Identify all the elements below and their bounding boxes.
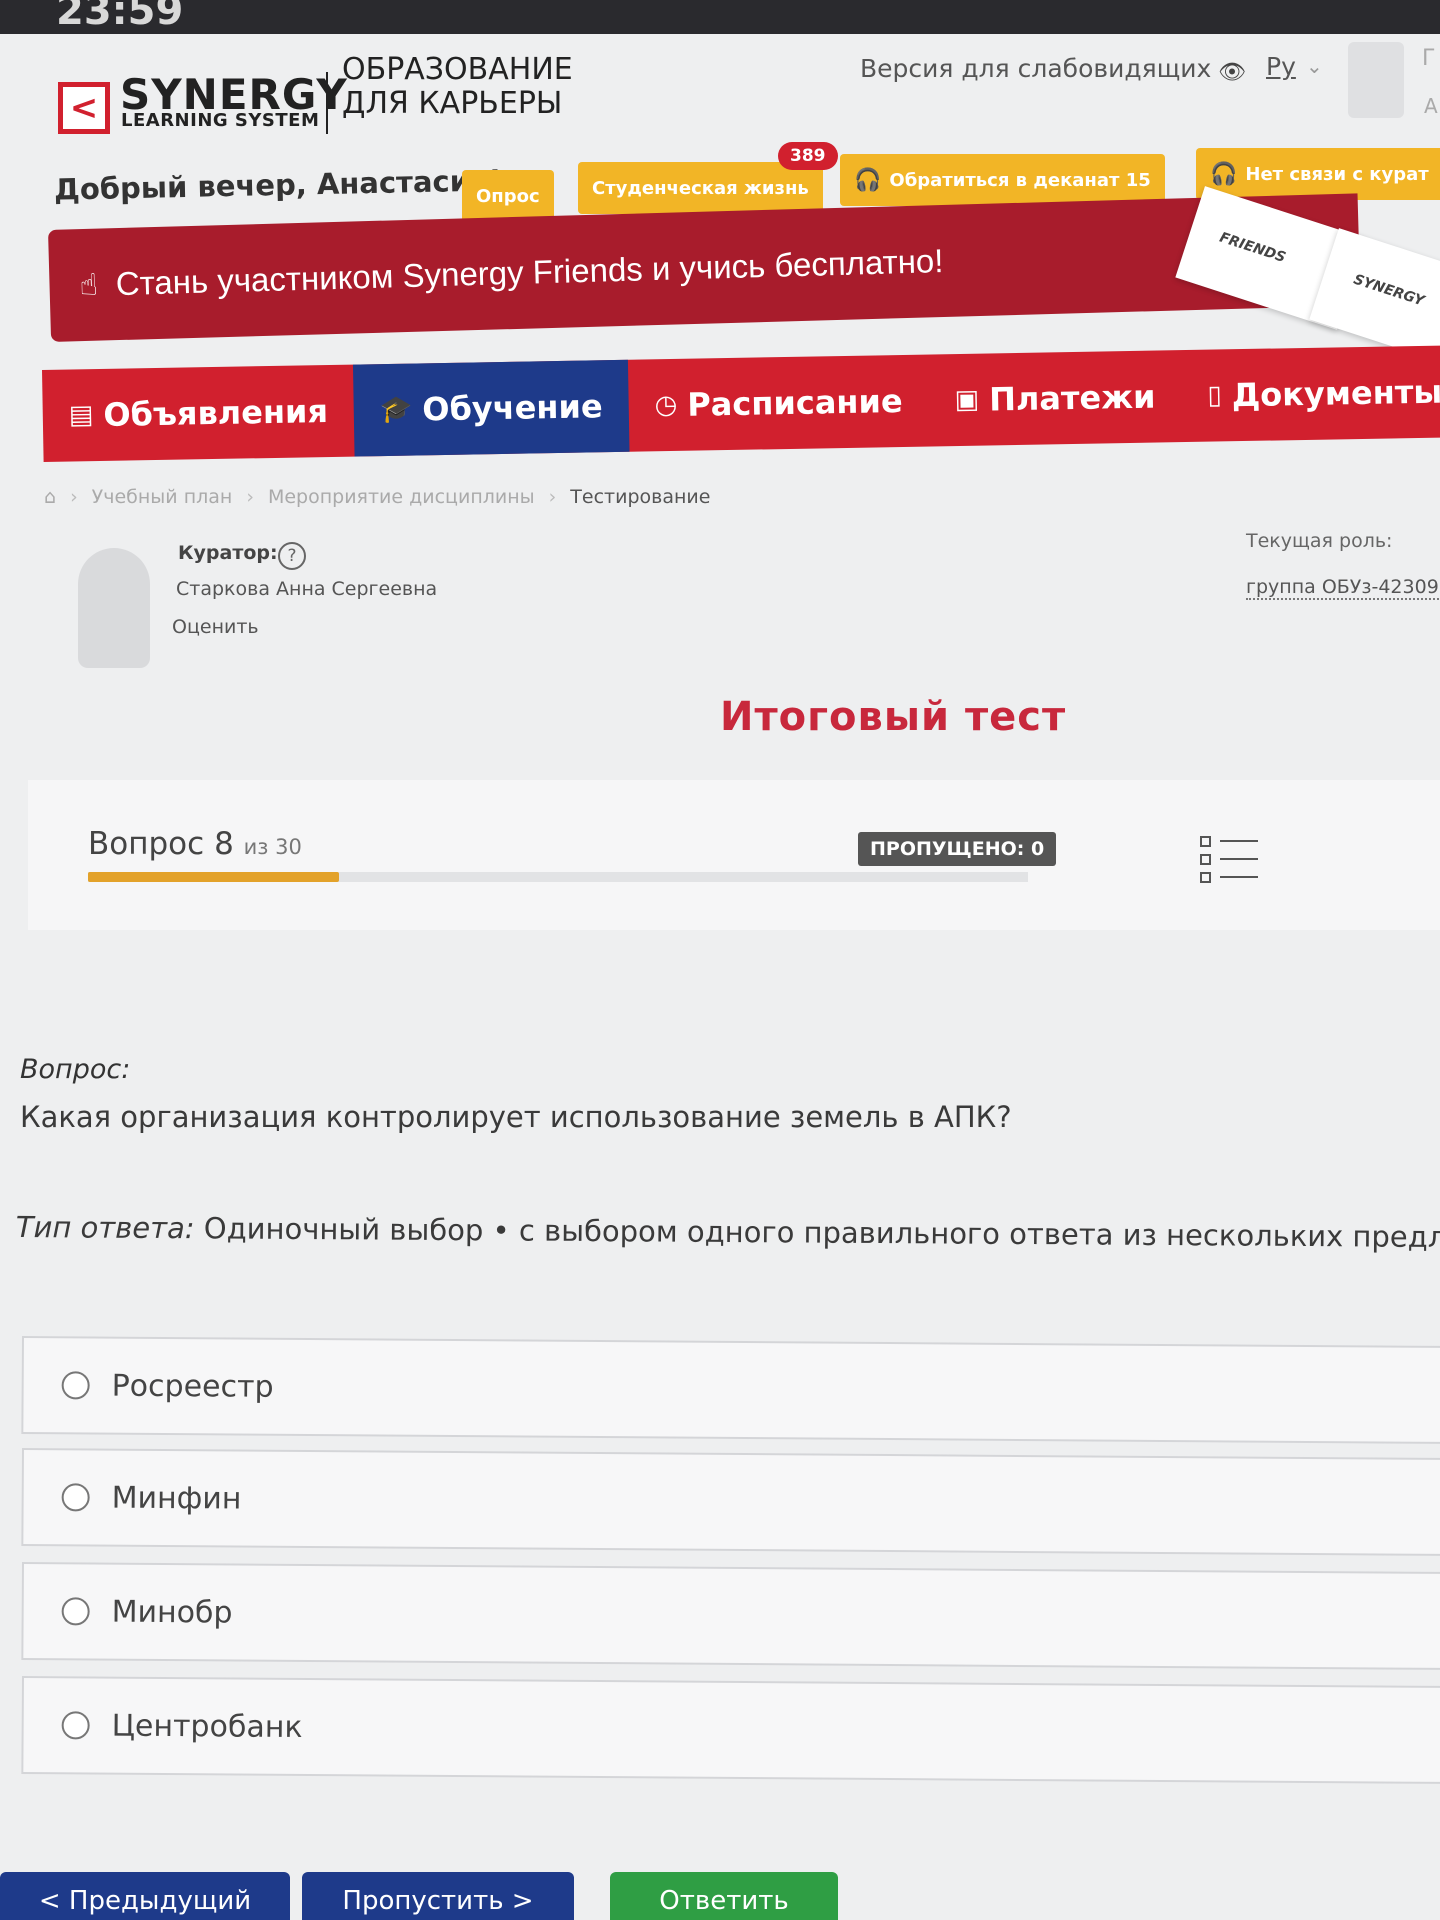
promo-card-text: FRIENDS — [1217, 229, 1288, 266]
nav-learning[interactable]: 🎓 Обучение — [353, 359, 630, 457]
logo-subtitle: LEARNING SYSTEM — [121, 110, 320, 131]
progress-bar-fill — [88, 872, 339, 882]
promo-card-text-2: SYNERGY — [1351, 271, 1427, 310]
answer-option[interactable]: Центробанк — [21, 1676, 1440, 1785]
announcements-icon: ▤ — [68, 400, 94, 431]
logo-tagline-2: ДЛЯ КАРЬЕРЫ — [342, 86, 563, 121]
language-select[interactable]: Ру — [1266, 52, 1296, 81]
list-bullet — [1200, 836, 1211, 847]
nav-schedule[interactable]: ◷ Расписание — [628, 355, 930, 452]
question-counter-total: из 30 — [243, 835, 302, 859]
student-life-badge: 389 — [778, 142, 838, 170]
hand-pointer-icon: ☝ — [79, 267, 99, 303]
list-bullet — [1200, 872, 1211, 883]
question-progress-panel: Вопрос 8 из 30 ПРОПУЩЕНО: 0 — [28, 780, 1440, 930]
user-name-cut-2: А — [1424, 94, 1438, 118]
synergy-logo-icon[interactable]: < — [58, 82, 110, 134]
previous-button[interactable]: < Предыдущий — [0, 1872, 290, 1920]
question-counter-number: 8 — [214, 826, 234, 862]
chevron-right-icon: › — [70, 486, 78, 508]
user-avatar[interactable] — [1348, 42, 1404, 118]
breadcrumb-study-plan[interactable]: Учебный план — [92, 486, 233, 508]
student-life-chip-label: Студенческая жизнь — [592, 177, 809, 199]
question-label: Вопрос: — [20, 1054, 131, 1085]
answer-button[interactable]: Ответить — [610, 1872, 838, 1920]
answer-option-label: Центробанк — [111, 1708, 303, 1745]
document-icon: ▯ — [1207, 380, 1223, 411]
main-nav: ▤ Объявления 🎓 Обучение ◷ Расписание ▣ П… — [42, 345, 1440, 462]
nav-documents[interactable]: ▯ Документы — [1181, 345, 1440, 442]
user-name-cut[interactable]: Г — [1422, 46, 1435, 71]
answer-type-label: Тип ответа: — [15, 1210, 195, 1246]
home-icon[interactable]: ⌂ — [44, 486, 56, 508]
answer-option[interactable]: Минфин — [21, 1448, 1440, 1557]
chevron-right-icon: › — [246, 486, 254, 508]
answer-option-label: Минфин — [111, 1480, 242, 1517]
radio-button[interactable] — [61, 1711, 90, 1740]
current-role-select[interactable]: группа ОБУз-42309 — [1246, 576, 1439, 600]
curator-contact-chip[interactable]: 🎧 Нет связи с курат — [1196, 148, 1440, 200]
curator-label: Куратор: — [178, 542, 278, 564]
nav-learning-label: Обучение — [421, 387, 603, 429]
answer-type-value: Одиночный выбор • с выбором одного прави… — [203, 1211, 1440, 1255]
accessibility-link[interactable]: Версия для слабовидящих — [860, 54, 1211, 83]
answer-option-label: Минобр — [111, 1594, 233, 1630]
nav-payments[interactable]: ▣ Платежи — [928, 350, 1182, 446]
breadcrumb: ⌂ › Учебный план › Мероприятие дисциплин… — [44, 486, 710, 508]
nav-schedule-label: Расписание — [686, 381, 903, 424]
student-life-chip[interactable]: Студенческая жизнь — [578, 162, 823, 214]
question-counter-label: Вопрос — [88, 826, 205, 862]
promo-banner[interactable]: ☝ Стань участником Synergy Friends и учи… — [48, 193, 1361, 342]
logo-divider — [326, 72, 328, 134]
chevron-right-icon: › — [548, 486, 557, 508]
survey-chip[interactable]: Опрос — [462, 170, 554, 222]
radio-button[interactable] — [61, 1483, 90, 1512]
radio-button[interactable] — [61, 1597, 90, 1626]
headset-icon: 🎧 — [1210, 161, 1238, 187]
headset-icon: 🎧 — [854, 167, 882, 193]
chevron-down-icon[interactable]: ⌄ — [1306, 54, 1323, 78]
status-bar-time: 23:59 — [56, 0, 184, 34]
payment-icon: ▣ — [954, 384, 980, 416]
question-list-icon[interactable] — [1200, 836, 1260, 888]
question-counter: Вопрос 8 из 30 — [88, 826, 302, 862]
test-title: Итоговый тест — [720, 694, 1067, 740]
current-role-label: Текущая роль: — [1246, 530, 1393, 552]
list-line — [1220, 876, 1258, 878]
promo-text: Стань участником Synergy Friends и учись… — [115, 242, 944, 303]
nav-documents-label: Документы — [1231, 372, 1440, 415]
progress-bar — [88, 872, 1028, 882]
survey-chip-label: Опрос — [476, 185, 540, 207]
browser-viewport: < SYNERGY LEARNING SYSTEM ОБРАЗОВАНИЕ ДЛ… — [0, 34, 1440, 1920]
list-line — [1220, 858, 1258, 860]
nav-announcements-label: Объявления — [103, 392, 329, 434]
graduation-cap-icon: 🎓 — [379, 394, 413, 426]
dean-chip-label: Обратиться в деканат 15 — [889, 169, 1151, 191]
clock-icon: ◷ — [654, 389, 678, 421]
curator-contact-chip-label: Нет связи с курат — [1245, 163, 1429, 185]
help-icon[interactable]: ? — [278, 542, 306, 570]
answer-option[interactable]: Росреестр — [21, 1336, 1440, 1445]
skipped-badge[interactable]: ПРОПУЩЕНО: 0 — [858, 832, 1057, 866]
answer-type: Тип ответа: Одиночный выбор • с выбором … — [16, 1210, 1440, 1255]
dean-chip[interactable]: 🎧 Обратиться в деканат 15 — [840, 154, 1165, 206]
curator-avatar — [78, 548, 150, 668]
eye-icon[interactable]: 👁 — [1218, 60, 1246, 85]
answer-option[interactable]: Минобр — [21, 1562, 1440, 1671]
nav-payments-label: Платежи — [988, 377, 1156, 419]
question-text: Какая организация контролирует использов… — [20, 1100, 1012, 1134]
logo-tagline-1: ОБРАЗОВАНИЕ — [342, 52, 573, 87]
breadcrumb-discipline-event[interactable]: Мероприятие дисциплины — [268, 486, 535, 508]
rate-curator-link[interactable]: Оценить — [172, 616, 259, 638]
list-bullet — [1200, 854, 1211, 865]
greeting: Добрый вечер, Анастасия! — [53, 163, 503, 207]
nav-announcements[interactable]: ▤ Объявления — [42, 365, 355, 462]
answer-option-label: Росреестр — [111, 1368, 274, 1405]
list-line — [1220, 840, 1258, 842]
curator-name: Старкова Анна Сергеевна — [176, 578, 438, 600]
breadcrumb-current: Тестирование — [570, 486, 711, 508]
skip-button[interactable]: Пропустить > — [302, 1872, 574, 1920]
radio-button[interactable] — [61, 1371, 90, 1400]
